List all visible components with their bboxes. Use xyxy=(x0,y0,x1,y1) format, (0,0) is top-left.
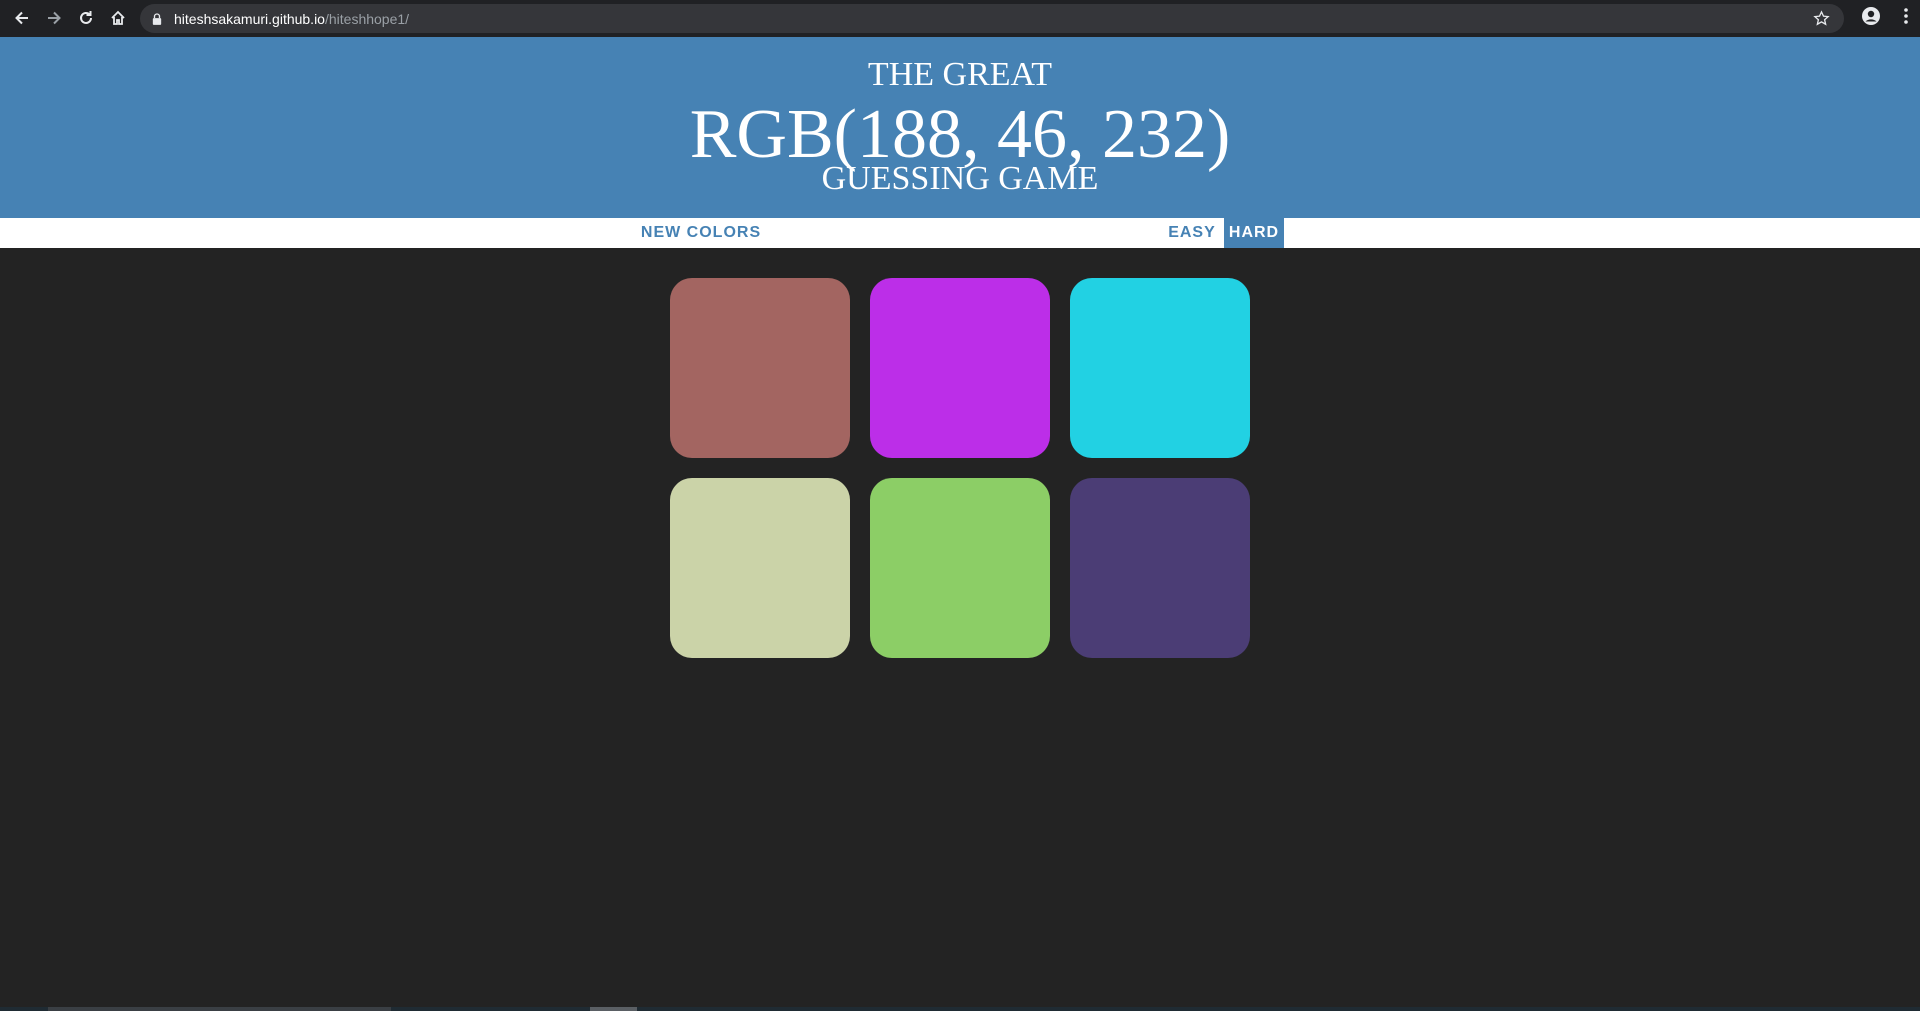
color-square[interactable] xyxy=(670,478,850,658)
home-icon xyxy=(111,10,125,25)
color-square[interactable] xyxy=(670,278,850,458)
url-path: /hiteshhope1/ xyxy=(324,10,410,27)
lock-icon xyxy=(152,12,164,26)
color-square[interactable] xyxy=(1070,478,1250,658)
address-bar[interactable]: hiteshsakamuri.github.io/hiteshhope1/ xyxy=(140,4,1844,33)
back-arrow-icon xyxy=(15,11,28,25)
reload-button[interactable] xyxy=(70,2,102,34)
title-line-1: THE GREAT xyxy=(867,56,1053,93)
bottom-bar-segment xyxy=(590,1007,637,1011)
reload-icon xyxy=(80,11,92,24)
menu-dots-icon[interactable] xyxy=(1903,7,1909,30)
title-line-3: GUESSING GAME xyxy=(821,160,1099,197)
toolbar-right xyxy=(1850,0,1920,37)
bottom-bar-segment xyxy=(48,1007,391,1011)
hard-mode-button[interactable]: HARD xyxy=(1224,218,1284,248)
squares-container xyxy=(0,248,1920,1011)
new-colors-button[interactable]: NEW COLORS xyxy=(632,218,770,248)
forward-button[interactable] xyxy=(38,2,70,34)
browser-toolbar: hiteshsakamuri.github.io/hiteshhope1/ xyxy=(0,0,1920,37)
color-square[interactable] xyxy=(870,278,1050,458)
home-button[interactable] xyxy=(102,2,134,34)
control-strip: NEW COLORS EASY HARD xyxy=(0,218,1920,248)
forward-arrow-icon xyxy=(48,11,61,25)
star-icon[interactable] xyxy=(1813,10,1830,27)
account-icon[interactable] xyxy=(1861,6,1881,31)
url-host: hiteshsakamuri.github.io xyxy=(174,10,325,27)
color-square[interactable] xyxy=(1070,278,1250,458)
easy-mode-button[interactable]: EASY xyxy=(1160,218,1224,248)
color-square[interactable] xyxy=(870,478,1050,658)
game-header: THE GREAT RGB(188, 46, 232) GUESSING GAM… xyxy=(0,37,1920,218)
back-button[interactable] xyxy=(6,2,38,34)
